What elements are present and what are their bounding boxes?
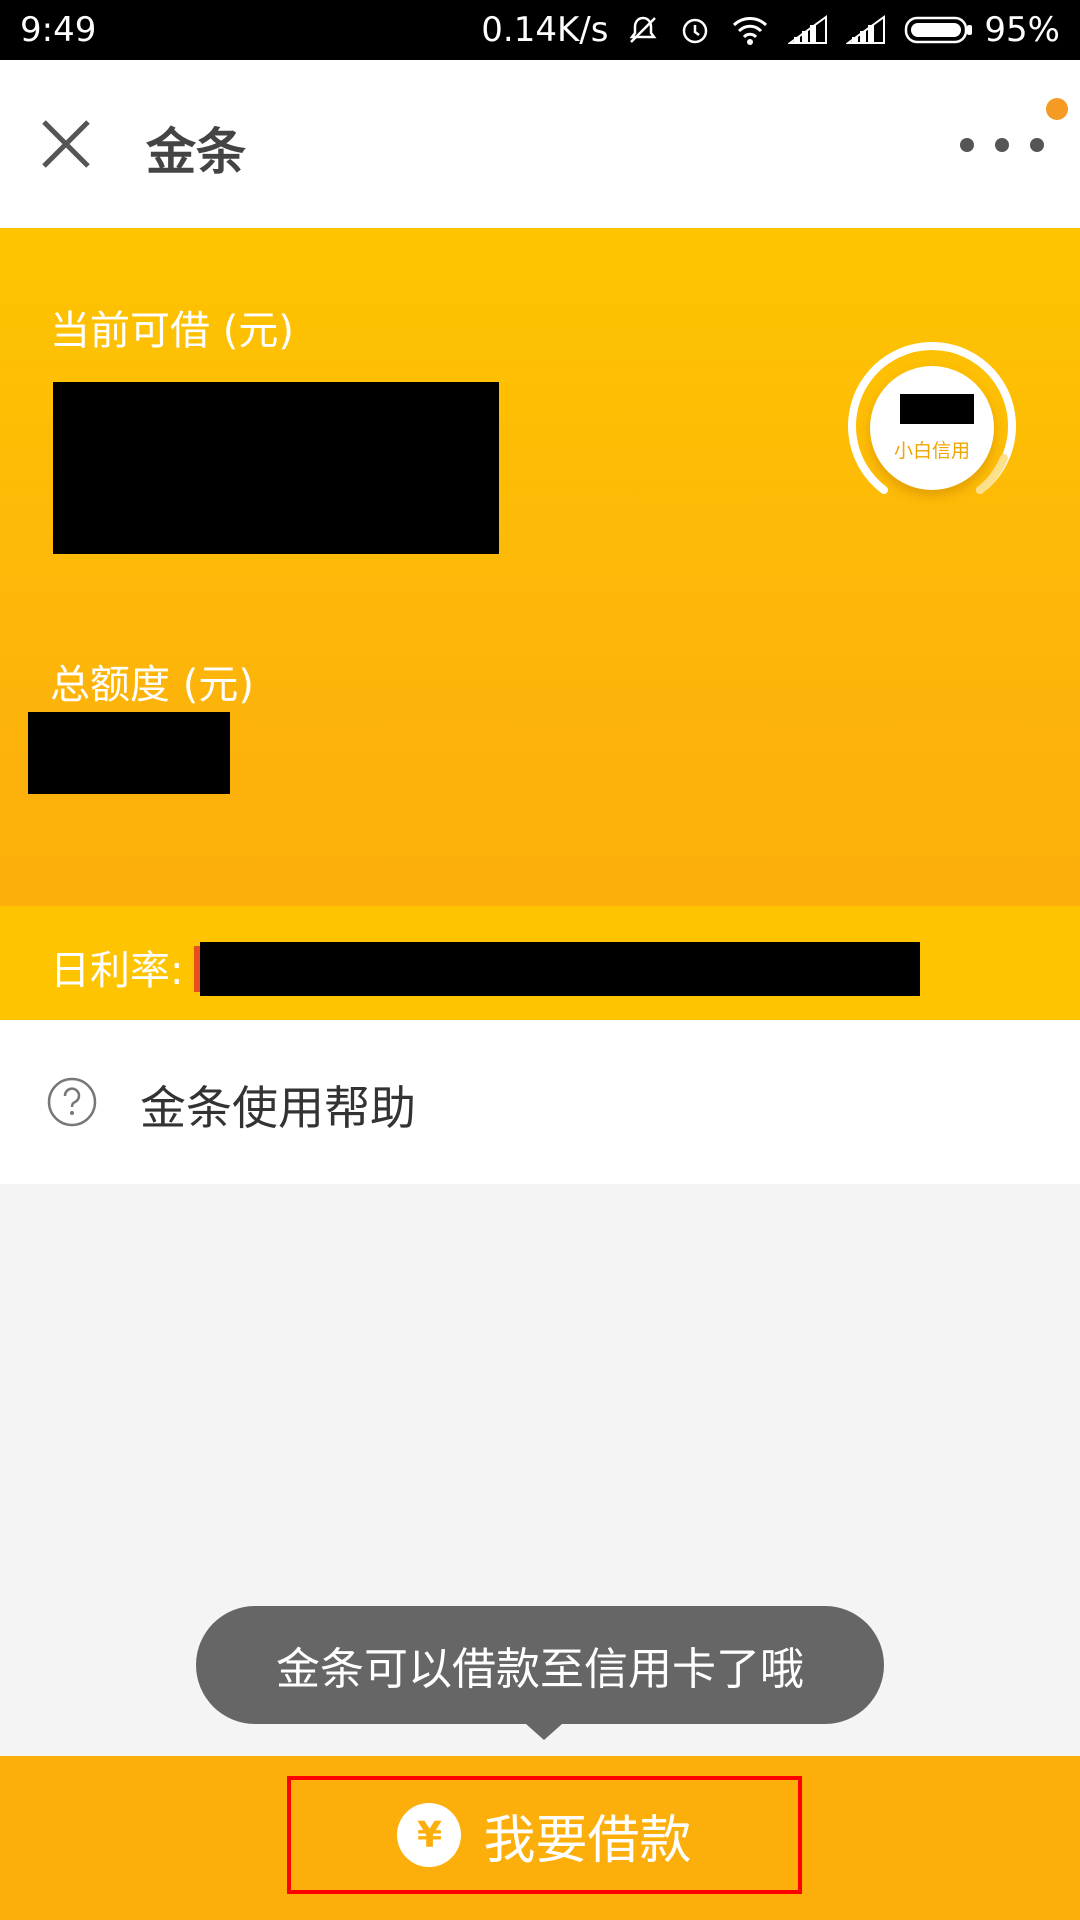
more-options-button[interactable] xyxy=(954,120,1050,170)
borrow-button-label: 我要借款 xyxy=(483,1810,692,1871)
help-row[interactable]: 金条使用帮助 xyxy=(0,1020,1080,1184)
credit-score-badge[interactable]: 小白信用 xyxy=(844,340,1020,516)
battery-indicator: 95% xyxy=(904,10,1060,50)
borrow-button[interactable]: ¥ 我要借款 xyxy=(287,1776,802,1894)
more-dot-icon xyxy=(1030,138,1044,152)
more-dot-icon xyxy=(995,138,1009,152)
total-limit-redacted xyxy=(28,712,230,794)
toast-text: 金条可以借款至信用卡了哦 xyxy=(276,1644,804,1695)
mute-icon xyxy=(626,13,660,47)
more-dot-icon xyxy=(960,138,974,152)
total-limit-label: 总额度 (元) xyxy=(50,662,254,708)
daily-rate-bar: 日利率: xyxy=(0,906,1080,1020)
help-question-icon xyxy=(47,1077,97,1127)
battery-level: 95% xyxy=(984,10,1060,50)
available-amount-label: 当前可借 (元) xyxy=(50,308,294,354)
status-bar: 9:49 0.14K/s 95% xyxy=(0,0,1080,60)
daily-rate-redacted xyxy=(200,942,920,996)
toast-arrow xyxy=(526,1724,562,1740)
close-button[interactable] xyxy=(38,116,94,172)
credit-score-circle: 小白信用 xyxy=(870,366,994,490)
status-icons: 0.14K/s 95% xyxy=(481,10,1060,50)
daily-rate-label: 日利率: xyxy=(50,948,184,994)
yen-icon: ¥ xyxy=(397,1803,462,1867)
battery-icon xyxy=(905,16,973,44)
bottom-action-bar: ¥ 我要借款 xyxy=(0,1756,1080,1920)
tooltip-toast: 金条可以借款至信用卡了哦 xyxy=(196,1606,884,1724)
wifi-icon xyxy=(730,13,770,47)
alarm-icon xyxy=(678,13,712,47)
page-title: 金条 xyxy=(146,123,246,181)
credit-score-redacted xyxy=(900,394,974,424)
status-time: 9:49 xyxy=(20,10,97,50)
screen: 9:49 0.14K/s 95% 金条 当前可借 (元) 总额度 (元) 小白信… xyxy=(0,0,1080,1920)
credit-card-panel: 当前可借 (元) 总额度 (元) 小白信用 xyxy=(0,228,1080,906)
help-label: 金条使用帮助 xyxy=(140,1081,416,1135)
notification-dot xyxy=(1046,98,1068,120)
credit-label: 小白信用 xyxy=(893,440,970,462)
network-speed: 0.14K/s xyxy=(481,10,609,50)
app-bar: 金条 xyxy=(0,60,1080,228)
signal-icon-2 xyxy=(846,15,886,45)
close-icon xyxy=(42,120,90,168)
signal-icon-1 xyxy=(788,15,828,45)
available-amount-redacted xyxy=(53,382,499,554)
